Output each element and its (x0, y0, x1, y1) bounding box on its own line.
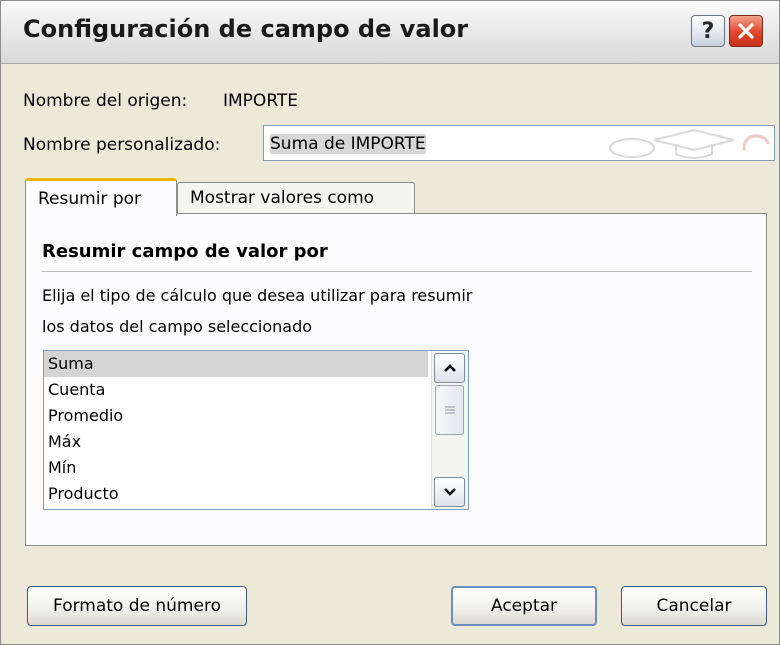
chevron-down-icon (443, 488, 456, 496)
cancel-button[interactable]: Cancelar (621, 586, 767, 626)
grip-icon (444, 406, 455, 414)
source-name-label: Nombre del origen: (23, 91, 188, 111)
accept-button[interactable]: Aceptar (451, 586, 597, 626)
custom-name-input[interactable]: Suma de IMPORTE (263, 125, 775, 161)
tab-show-values-as[interactable]: Mostrar valores como (177, 182, 415, 214)
number-format-button[interactable]: Formato de número (27, 586, 247, 626)
tab-panel-summarize: Resumir campo de valor por Elija el tipo… (25, 213, 767, 546)
calculation-type-list[interactable]: Suma Cuenta Promedio Máx Mín Producto (43, 350, 469, 510)
close-icon (738, 23, 754, 39)
scroll-thumb[interactable] (435, 385, 464, 435)
list-scrollbar[interactable] (431, 351, 468, 509)
watermark-logo (609, 128, 770, 159)
scroll-up-button[interactable] (434, 353, 465, 383)
scroll-down-button[interactable] (434, 477, 465, 507)
list-item-count[interactable]: Cuenta (44, 377, 428, 403)
tab-summarize-by[interactable]: Resumir por (25, 178, 177, 216)
chevron-up-icon (443, 364, 456, 372)
list-item-average[interactable]: Promedio (44, 403, 428, 429)
custom-name-label: Nombre personalizado: (23, 135, 221, 155)
value-field-settings-dialog: Configuración de campo de valor ? Nombre… (0, 0, 780, 645)
help-button[interactable]: ? (691, 15, 725, 47)
list-item-product[interactable]: Producto (44, 481, 428, 507)
dialog-title: Configuración de campo de valor (23, 15, 469, 43)
custom-name-value: Suma de IMPORTE (270, 134, 426, 154)
description-line-2: los datos del campo seleccionado (42, 317, 313, 336)
description-line-1: Elija el tipo de cálculo que desea utili… (42, 286, 473, 305)
help-icon: ? (701, 18, 715, 44)
title-bar[interactable]: Configuración de campo de valor ? (1, 1, 779, 64)
list-item-max[interactable]: Máx (44, 429, 428, 455)
list-item-sum[interactable]: Suma (44, 351, 428, 377)
close-button[interactable] (729, 15, 763, 47)
section-title: Resumir campo de valor por (42, 241, 328, 262)
section-divider (42, 271, 752, 272)
source-name-value: IMPORTE (223, 91, 299, 111)
list-item-min[interactable]: Mín (44, 455, 428, 481)
dialog-body: Nombre del origen: IMPORTE Nombre person… (1, 64, 779, 644)
